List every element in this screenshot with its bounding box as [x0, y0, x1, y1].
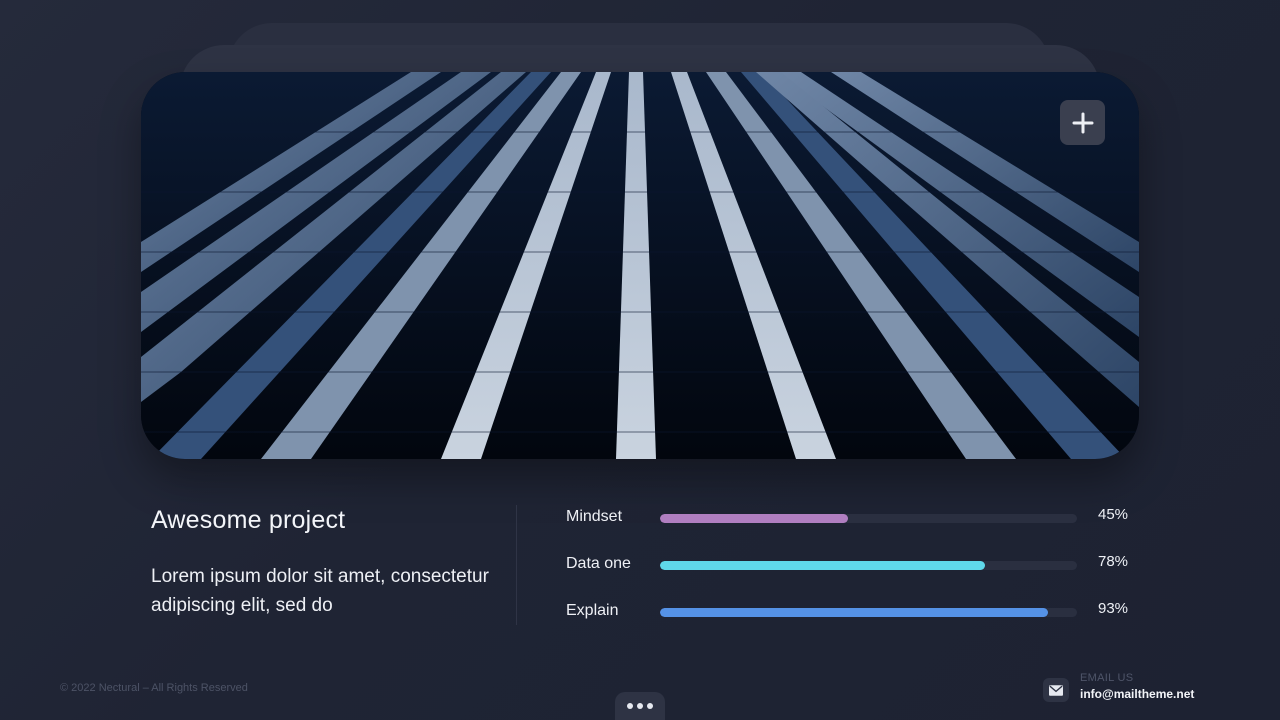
building-facade-illustration — [141, 72, 1139, 459]
skill-value: 78% — [1098, 553, 1129, 570]
skill-label: Explain — [566, 602, 619, 619]
add-button[interactable] — [1060, 100, 1105, 145]
skill-label: Mindset — [566, 508, 623, 525]
project-title: Awesome project — [151, 506, 346, 534]
skill-row-mindset: Mindset 45% — [566, 506, 1136, 532]
skill-row-explain: Explain 93% — [566, 600, 1136, 626]
hero-image — [141, 72, 1139, 459]
more-dots-icon — [647, 703, 653, 709]
skill-progress-fill — [660, 561, 986, 570]
skill-progress-track — [660, 561, 1077, 570]
skill-progress-fill — [660, 514, 848, 523]
skill-label: Data one — [566, 555, 631, 572]
skill-progress-track — [660, 608, 1077, 617]
email-label: EMAIL US — [1080, 672, 1134, 684]
more-button[interactable] — [615, 692, 665, 720]
skill-value: 45% — [1098, 506, 1129, 523]
plus-icon — [1072, 112, 1093, 133]
skill-row-data-one: Data one 78% — [566, 553, 1136, 579]
email-link[interactable]: info@mailtheme.net — [1080, 687, 1194, 701]
project-description: Lorem ipsum dolor sit amet, consectetur … — [151, 566, 489, 616]
more-dots-icon — [637, 703, 643, 709]
more-dots-icon — [627, 703, 633, 709]
skill-value: 93% — [1098, 600, 1129, 617]
copyright-text: © 2022 Nectural – All Rights Reserved — [60, 682, 248, 694]
vertical-divider — [516, 505, 517, 625]
skill-progress-track — [660, 514, 1077, 523]
envelope-icon[interactable] — [1043, 678, 1069, 702]
skill-progress-fill — [660, 608, 1048, 617]
envelope-glyph — [1049, 684, 1063, 696]
